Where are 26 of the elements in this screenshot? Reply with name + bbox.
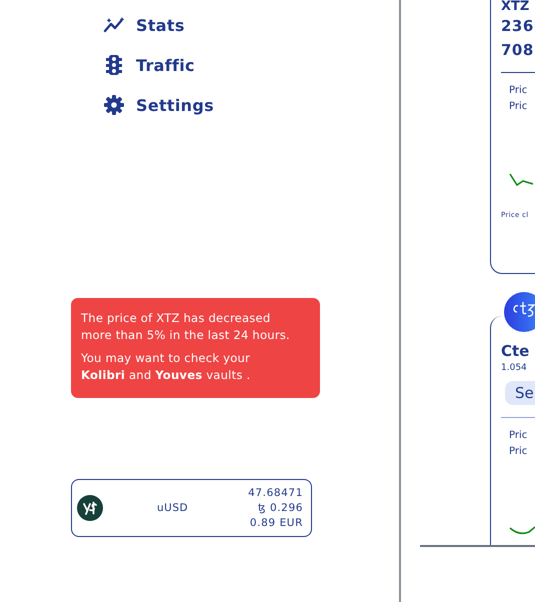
asset-title: XTZ [501,0,530,14]
token-value: 0.89 EUR [250,516,303,530]
token-value: ꜩ 0.296 [258,500,303,516]
chart-sparkle-icon [103,16,125,34]
token-logo-icon [504,292,535,332]
asset-amount: 708 [501,40,534,61]
price-label: Pric [509,429,528,443]
nav-link[interactable]: Traffic [103,54,195,76]
alert-text: You may want to check your Kolibri and Youves vaults . [81,350,252,384]
token-logo-icon [77,495,103,521]
asset-amount: 236 [501,16,534,37]
token-value: 47.68471 [248,486,303,500]
sparkline [509,526,535,536]
sparkline [509,173,533,187]
asset-button[interactable]: Se [505,381,535,405]
price-label: Pric [509,84,528,98]
alert-text: The price of XTZ has decreased more than 5% in the last 24 hours. [81,310,291,344]
price-label: Pric [509,445,528,459]
token-name: uUSD [157,502,190,514]
nav-link[interactable]: Stats [103,14,185,36]
settings-icon [103,95,125,115]
nav-link[interactable]: Settings [103,94,214,116]
asset-amount: 1.054 [501,363,527,373]
asset-title: Cte [501,341,530,361]
price-label: Pric [509,100,528,114]
traffic-light-icon [103,55,125,75]
